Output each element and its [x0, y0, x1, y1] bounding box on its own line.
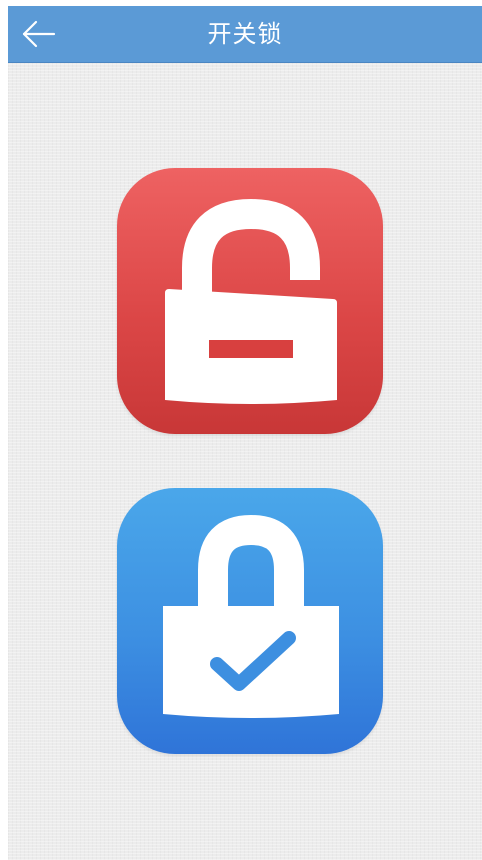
app-screen: 开关锁: [8, 6, 482, 860]
locked-padlock-check-icon: [163, 514, 339, 718]
header-bar: 开关锁: [8, 6, 482, 63]
lock-button[interactable]: [117, 488, 383, 754]
unlocked-padlock-icon: [165, 198, 337, 404]
page-title: 开关锁: [207, 20, 283, 48]
unlock-button[interactable]: [117, 168, 383, 434]
